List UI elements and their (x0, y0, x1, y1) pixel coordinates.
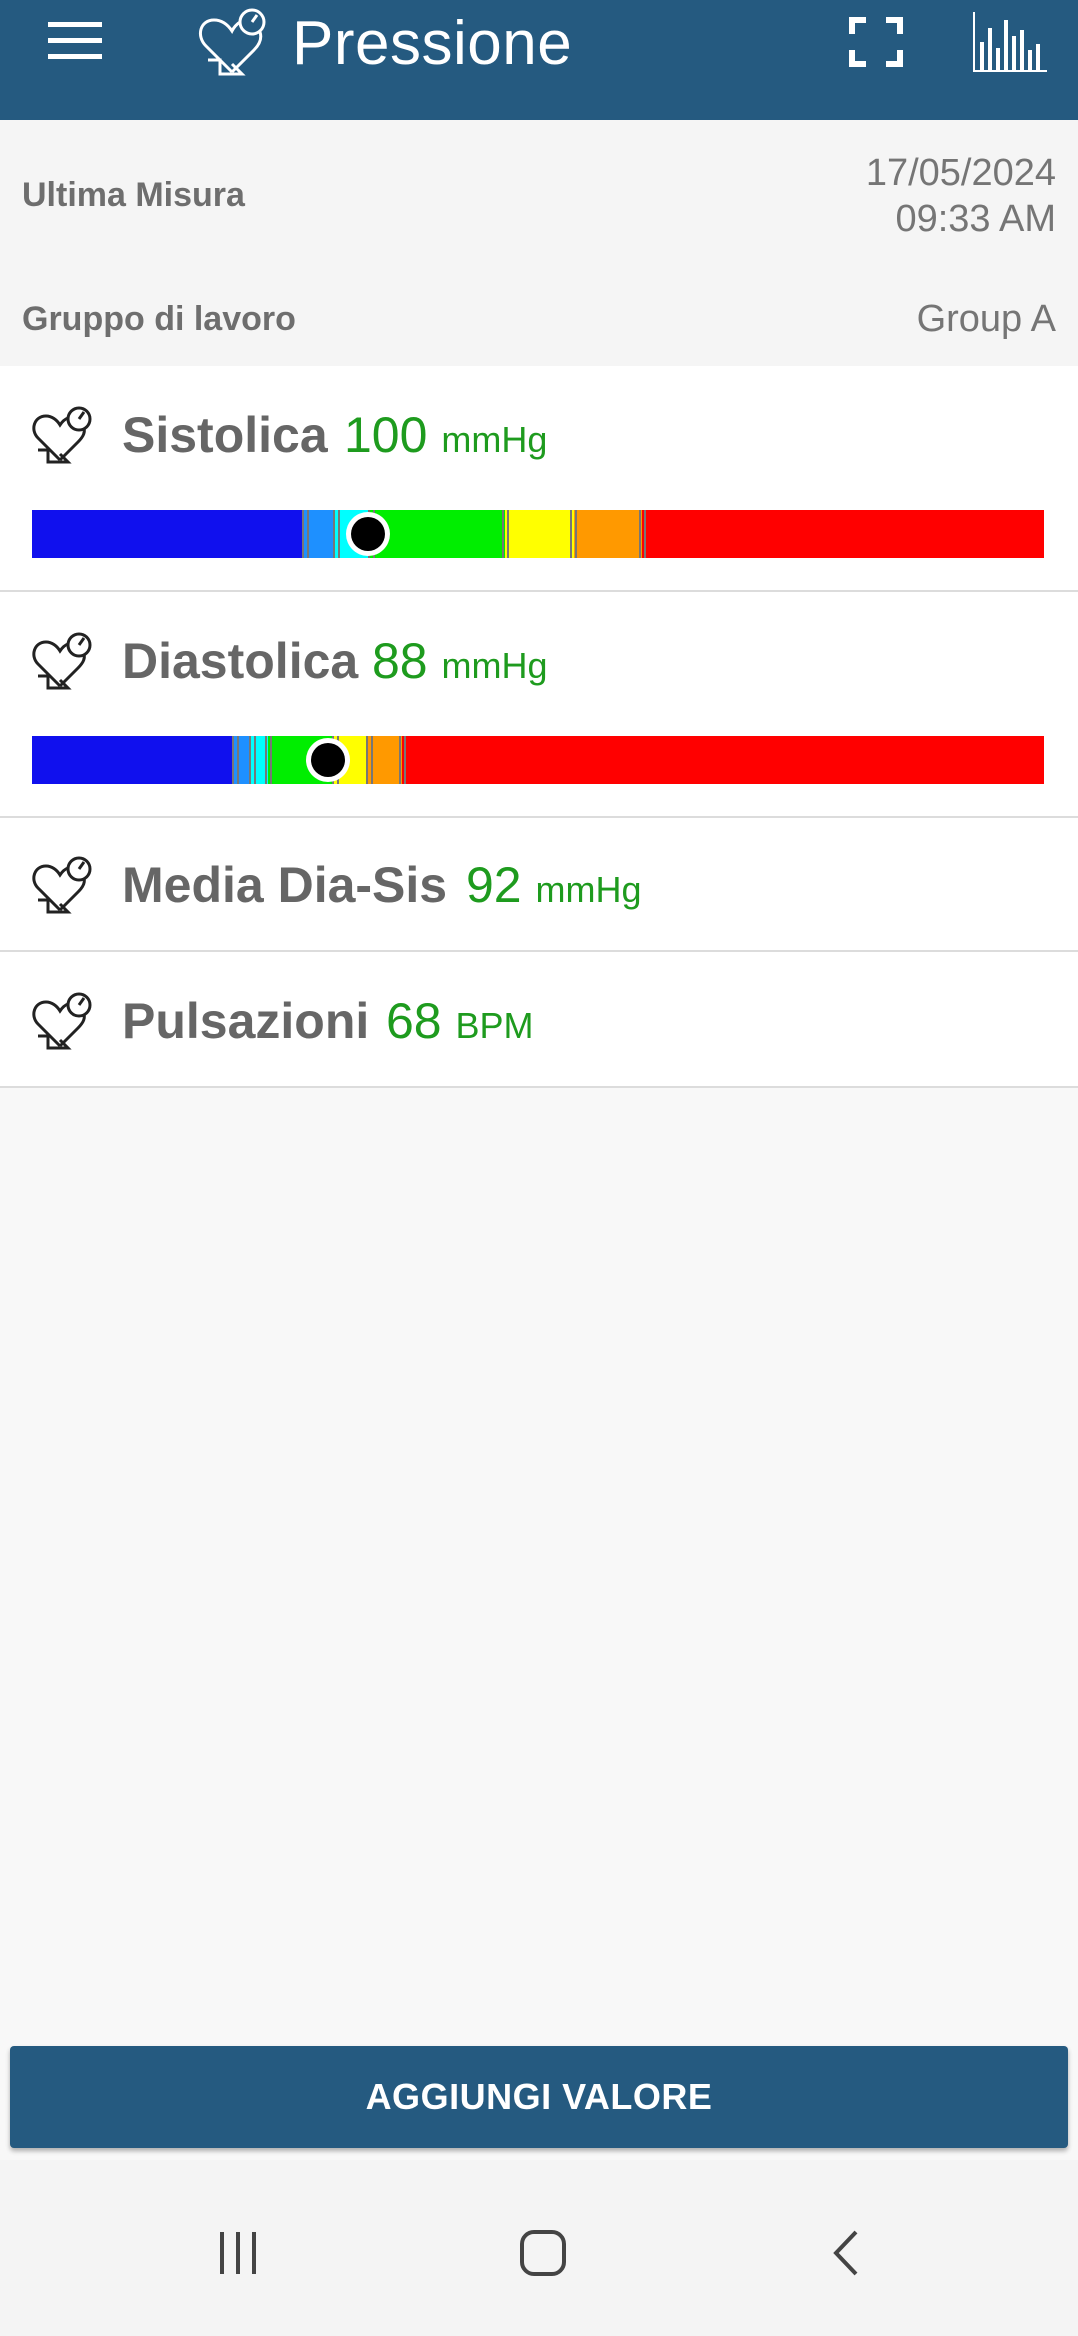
group-label: Gruppo di lavoro (22, 300, 296, 338)
heart-gauge-icon (32, 632, 92, 690)
fullscreen-button[interactable] (846, 14, 906, 70)
systolic-label: Sistolica (122, 407, 328, 463)
systolic-unit: mmHg (441, 419, 548, 460)
systolic-reading: 100 mmHg (344, 406, 547, 464)
chart-button[interactable] (970, 6, 1050, 78)
app-bar: Pressione (0, 0, 1078, 120)
hamburger-menu-icon (48, 22, 102, 59)
diastolic-label: Diastolica (122, 633, 359, 689)
system-nav-bar (0, 2160, 1078, 2336)
systolic-scale (32, 510, 1044, 558)
back-icon[interactable] (826, 2228, 866, 2278)
last-measure-label: Ultima Misura (22, 176, 245, 214)
systolic-row[interactable]: Sistolica 100 mmHg (0, 366, 1078, 592)
pulse-label: Pulsazioni (122, 993, 370, 1049)
group-value: Group A (916, 298, 1056, 340)
heart-gauge-icon (32, 406, 92, 464)
diastolic-row[interactable]: Diastolica 88 mmHg (0, 592, 1078, 818)
diastolic-reading: 88 mmHg (372, 632, 548, 690)
pulse-reading: 68 BPM (386, 992, 534, 1050)
mean-reading: 92 mmHg (466, 856, 642, 914)
bar-chart-icon (973, 12, 1047, 72)
mean-label: Media Dia-Sis (122, 857, 448, 913)
add-value-button[interactable]: AGGIUNGI VALORE (10, 2046, 1068, 2148)
home-icon[interactable] (518, 2228, 568, 2278)
last-measure-date: 17/05/2024 (865, 152, 1056, 194)
heart-gauge-icon (32, 856, 92, 914)
app-title: Pressione (292, 9, 573, 78)
pulse-row[interactable]: Pulsazioni 68 BPM (0, 952, 1078, 1088)
mean-value: 92 (466, 857, 522, 913)
diastolic-unit: mmHg (441, 645, 548, 686)
add-value-label: AGGIUNGI VALORE (365, 2076, 713, 2117)
diastolic-value: 88 (372, 633, 428, 689)
last-measure-time: 09:33 AM (895, 198, 1056, 240)
mean-row[interactable]: Media Dia-Sis 92 mmHg (0, 818, 1078, 952)
systolic-value: 100 (344, 407, 428, 463)
pulse-value: 68 (386, 993, 442, 1049)
mean-unit: mmHg (535, 869, 642, 910)
pulse-unit: BPM (455, 1005, 534, 1046)
measure-info: Ultima Misura 17/05/2024 09:33 AM Gruppo… (0, 120, 1078, 366)
fullscreen-icon (849, 17, 903, 67)
recent-apps-icon[interactable] (214, 2230, 262, 2276)
diastolic-scale (32, 736, 1044, 784)
heart-gauge-icon (198, 6, 272, 76)
menu-button[interactable] (44, 18, 110, 68)
heart-gauge-icon (32, 992, 92, 1050)
